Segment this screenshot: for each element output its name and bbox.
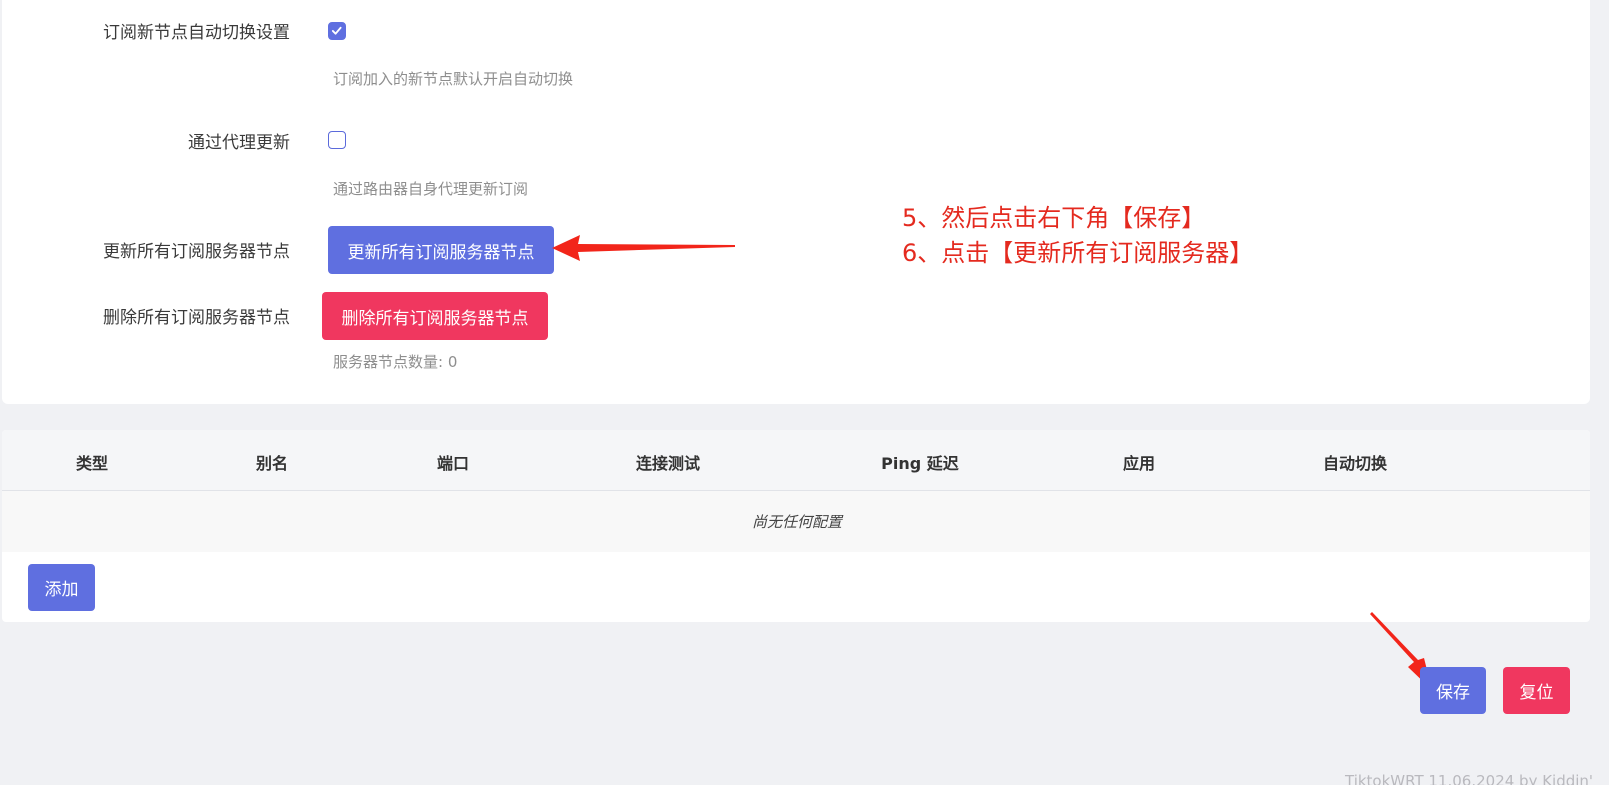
add-node-button[interactable]: 添加 <box>28 564 95 611</box>
column-port: 端口 <box>436 454 470 473</box>
node-count-text: 服务器节点数量: 0 <box>333 353 458 371</box>
check-icon <box>331 26 342 35</box>
column-ping-latency: Ping 延迟 <box>881 454 959 473</box>
empty-table-text: 尚无任何配置 <box>751 513 843 531</box>
page: 订阅新节点自动切换设置 订阅加入的新节点默认开启自动切换 通过代理更新 通过路由… <box>0 0 1609 785</box>
delete-all-label: 删除所有订阅服务器节点 <box>103 308 290 328</box>
subscription-settings-card: 订阅新节点自动切换设置 订阅加入的新节点默认开启自动切换 通过代理更新 通过路由… <box>2 0 1590 404</box>
node-table-card: 类型 别名 端口 连接测试 Ping 延迟 应用 自动切换 尚无任何配置 添加 <box>2 430 1590 622</box>
column-type: 类型 <box>75 454 109 473</box>
proxy-update-checkbox[interactable] <box>328 131 346 149</box>
column-auto-switch: 自动切换 <box>1322 454 1388 473</box>
annotation-step-5: 5、然后点击右下角【保存】 <box>902 204 1206 232</box>
annotation-step-6: 6、点击【更新所有订阅服务器】 <box>902 239 1254 267</box>
delete-all-nodes-button[interactable]: 删除所有订阅服务器节点 <box>322 292 548 340</box>
annotation-arrow-update <box>552 235 735 261</box>
footer-credit: TiktokWRT 11.06.2024 by Kiddin' <box>1345 772 1594 785</box>
table-row-empty: 尚无任何配置 <box>2 491 1590 552</box>
update-all-label: 更新所有订阅服务器节点 <box>103 242 290 262</box>
auto-switch-checkbox[interactable] <box>328 22 346 40</box>
auto-switch-hint: 订阅加入的新节点默认开启自动切换 <box>333 70 574 88</box>
column-connection-test: 连接测试 <box>635 454 701 473</box>
table-header: 类型 别名 端口 连接测试 Ping 延迟 应用 自动切换 <box>2 430 1590 491</box>
proxy-update-label: 通过代理更新 <box>188 133 290 153</box>
proxy-update-hint: 通过路由器自身代理更新订阅 <box>333 180 529 198</box>
save-button[interactable]: 保存 <box>1420 667 1486 714</box>
update-all-nodes-button[interactable]: 更新所有订阅服务器节点 <box>328 226 554 274</box>
auto-switch-label: 订阅新节点自动切换设置 <box>103 23 290 43</box>
reset-button[interactable]: 复位 <box>1503 667 1570 714</box>
column-apply: 应用 <box>1122 454 1156 473</box>
column-alias: 别名 <box>255 454 289 473</box>
